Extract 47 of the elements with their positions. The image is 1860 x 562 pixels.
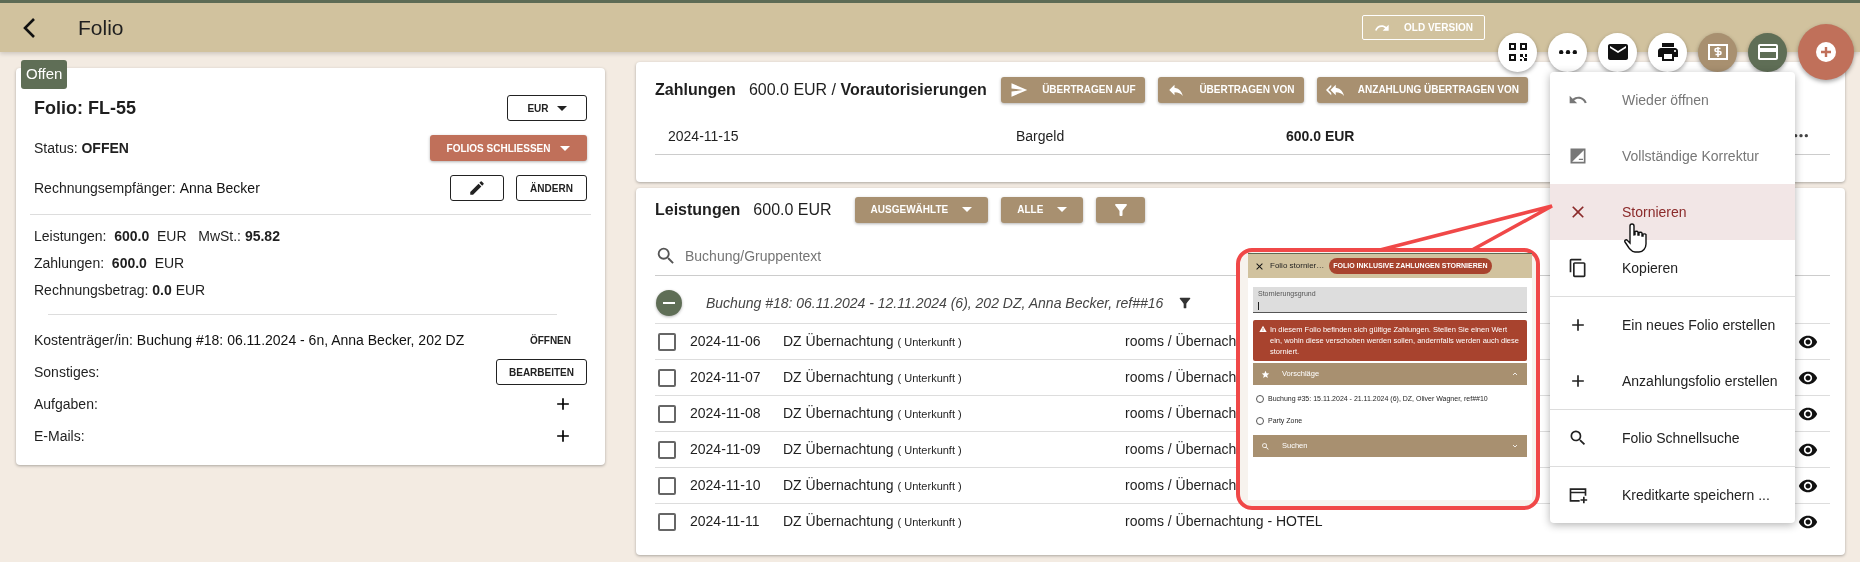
services-total: 600.0 EUR bbox=[753, 199, 832, 220]
total-line: Leistungen: 600.0 EUR MwSt.: 95.82 bbox=[34, 227, 281, 246]
payments-total: 600.0 EUR / Vorautorisierungen bbox=[748, 79, 987, 100]
payer-name: Buchung #18: 06.11.2024 - 6n, Anna Becker, 202 DZ bbox=[136, 330, 465, 350]
service-category: ( Unterkunft ) bbox=[897, 515, 962, 530]
status-badge: Offen bbox=[21, 60, 68, 89]
payment-date: 2024-11-15 bbox=[668, 126, 740, 146]
service-date: 2024-11-08 bbox=[690, 404, 762, 423]
folio-title: Folio: FL-55 bbox=[34, 96, 137, 120]
service-category: ( Unterkunft ) bbox=[897, 407, 962, 422]
service-date: 2024-11-11 bbox=[690, 512, 761, 531]
field-label: Aufgaben: bbox=[34, 394, 99, 414]
section-title: Leistungen bbox=[655, 199, 741, 220]
page-title: Folio bbox=[78, 14, 124, 41]
service-date: 2024-11-06 bbox=[690, 332, 762, 351]
service-date: 2024-11-09 bbox=[690, 440, 762, 459]
service-account: rooms / Übernachtung - HOTEL bbox=[1125, 512, 1323, 531]
service-category: ( Unterkunft ) bbox=[897, 479, 962, 494]
recipient-name: Anna Becker bbox=[179, 178, 260, 198]
service-account: rooms / Übernach bbox=[1125, 368, 1237, 387]
dialog-title: Folio stornier… bbox=[1270, 260, 1325, 272]
service-account: rooms / Übernach bbox=[1125, 440, 1237, 459]
service-name: DZ Übernachtung bbox=[783, 332, 894, 351]
service-account: rooms / Übernach bbox=[1125, 476, 1237, 495]
total-line: Zahlungen: 600.0 EUR bbox=[34, 254, 186, 273]
field-label: E-Mails: bbox=[34, 426, 86, 446]
service-name: DZ Übernachtung bbox=[783, 368, 894, 387]
service-name: DZ Übernachtung bbox=[783, 476, 894, 495]
service-category: ( Unterkunft ) bbox=[897, 335, 962, 350]
group-label: Buchung #18: 06.11.2024 - 12.11.2024 (6), 202 DZ, Anna Becker, ref##16 bbox=[706, 293, 1164, 313]
payment-amount: 600.0 EUR bbox=[1286, 126, 1355, 146]
service-name: DZ Übernachtung bbox=[783, 440, 894, 459]
service-date: 2024-11-10 bbox=[690, 476, 762, 495]
payment-method: Bargeld bbox=[1016, 126, 1066, 146]
status-text: Status: OFFEN bbox=[34, 138, 130, 158]
service-name: DZ Übernachtung bbox=[783, 404, 894, 423]
section-title: Zahlungen bbox=[655, 79, 736, 100]
total-line: Rechnungsbetrag: 0.0 EUR bbox=[34, 281, 207, 300]
service-category: ( Unterkunft ) bbox=[897, 371, 962, 386]
recipient-label: Rechnungsempfänger: bbox=[34, 178, 176, 198]
service-name: DZ Übernachtung bbox=[783, 512, 894, 531]
field-label: Sonstiges: bbox=[34, 362, 101, 382]
service-date: 2024-11-07 bbox=[690, 368, 762, 387]
service-account: rooms / Übernach bbox=[1125, 332, 1237, 351]
payer-label: Kostenträger/in: bbox=[34, 330, 133, 350]
service-category: ( Unterkunft ) bbox=[897, 443, 962, 458]
service-account: rooms / Übernach bbox=[1125, 404, 1237, 423]
